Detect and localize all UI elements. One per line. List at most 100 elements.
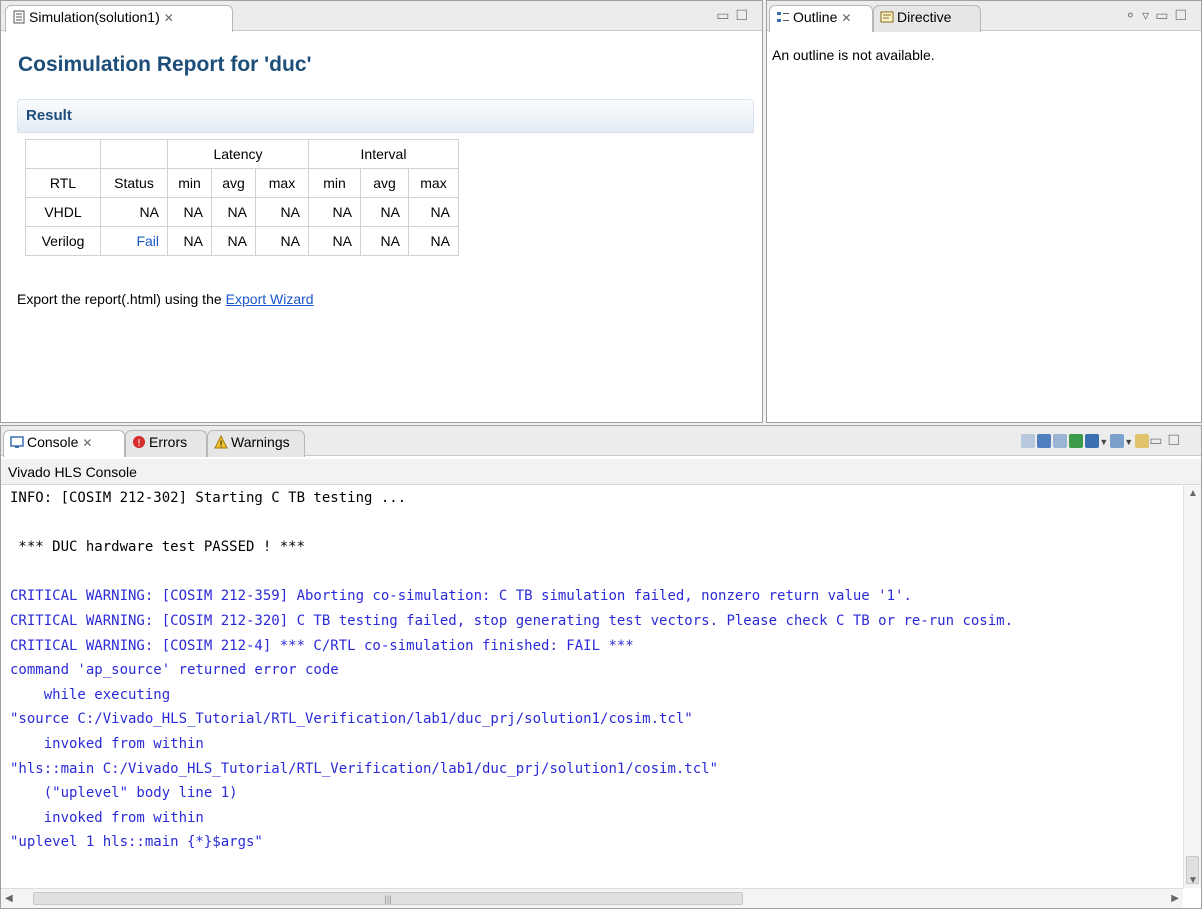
console-line: invoked from within [10,735,204,752]
tab-simulation[interactable]: Simulation(solution1) ✕ [5,5,233,32]
console-icon [10,435,24,452]
export-wizard-link[interactable]: Export Wizard [226,291,314,307]
close-icon[interactable]: ✕ [82,436,92,450]
view-menu-icon[interactable]: ▿ [1142,7,1155,23]
console-line: invoked from within [10,809,204,826]
chevron-down-icon[interactable]: ▼ [1124,437,1133,447]
tab-errors[interactable]: ! Errors [125,430,207,457]
minimize-icon[interactable]: ▭ [1149,432,1167,448]
table-cell: NA [408,197,459,227]
cosim-result-table: Latency Interval RTL Status min avg max … [25,139,459,256]
tab-console-label: Console [27,434,79,450]
console-line: *** DUC hardware test PASSED ! *** [10,539,306,556]
horizontal-scrollbar[interactable]: ◀ ||| ▶ [1,888,1183,908]
console-output[interactable]: INFO: [COSIM 212-302] Starting C TB test… [1,486,1183,888]
table-cell [25,139,101,169]
scroll-right-icon[interactable]: ▶ [1171,893,1179,904]
table-cell: NA [255,226,309,256]
console-line: CRITICAL WARNING: [COSIM 212-320] C TB t… [10,612,1014,629]
result-section-header[interactable]: Result [17,99,754,133]
chevron-down-icon[interactable]: ▼ [1099,437,1108,447]
column-header: max [255,168,309,198]
maximize-icon[interactable]: ☐ [735,7,754,23]
table-row: VHDL NA NA NA NA NA NA NA [25,197,459,227]
table-cell: NA [408,226,459,256]
table-cell: NA [360,226,409,256]
simulation-tabbar: Simulation(solution1) ✕ ▭☐ [1,1,762,32]
outline-icon [776,10,790,27]
console-line: CRITICAL WARNING: [COSIM 212-359] Aborti… [10,588,912,605]
export-row: Export the report(.html) using the Export… [17,291,314,307]
maximize-icon[interactable]: ☐ [1167,432,1185,448]
table-cell: NA [211,197,256,227]
tab-warnings-label: Warnings [231,434,290,450]
report-title: Cosimulation Report for 'duc' [18,53,312,76]
window-controls: ▭☐ [716,7,754,24]
table-cell: NA [308,226,361,256]
export-text: Export the report(.html) using the [17,291,222,307]
console-line: while executing [10,686,171,703]
close-icon[interactable]: ✕ [164,11,174,25]
table-cell: NA [211,226,256,256]
maximize-icon[interactable]: ☐ [1174,7,1193,23]
minimize-icon[interactable]: ▭ [1155,7,1174,23]
table-cell: NA [360,197,409,227]
eraser-icon[interactable] [1135,434,1150,449]
clear-console-icon[interactable] [1021,434,1036,449]
minimize-icon[interactable]: ▭ [716,7,735,23]
table-cell: NA [255,197,309,227]
close-icon[interactable]: ✕ [841,11,851,25]
column-header: avg [360,168,409,198]
status-fail-link[interactable]: Fail [100,226,168,256]
warning-icon: ! [214,434,228,452]
report-icon [12,10,26,27]
new-console-icon[interactable] [1110,434,1125,449]
interval-header: Interval [308,139,459,169]
vertical-scrollbar[interactable]: ▲ ▼ [1183,486,1201,888]
console-line: INFO: [COSIM 212-302] Starting C TB test… [10,490,407,506]
console-line: "hls::main C:/Vivado_HLS_Tutorial/RTL_Ve… [10,760,719,777]
outline-panel: Outline ✕ Directive ⚬▿▭☐ An outline is no… [766,0,1202,423]
table-cell [100,139,168,169]
tab-outline[interactable]: Outline ✕ [769,5,873,32]
scroll-down-icon[interactable]: ▼ [1188,875,1198,886]
horizontal-scroll-thumb[interactable]: ||| [33,892,743,905]
console-line: CRITICAL WARNING: [COSIM 212-4] *** C/RT… [10,637,634,654]
rtl-cell: VHDL [25,197,101,227]
outline-empty-message: An outline is not available. [772,47,935,63]
display-console-icon[interactable] [1085,434,1100,449]
sort-icon[interactable]: ⚬ [1124,7,1142,23]
word-wrap-icon[interactable] [1053,434,1068,449]
tab-directive-label: Directive [897,9,952,25]
column-header: min [167,168,212,198]
rtl-cell: Verilog [25,226,101,256]
console-line: "uplevel 1 hls::main {*}$args" [10,834,263,851]
latency-header: Latency [167,139,309,169]
tab-errors-label: Errors [149,434,188,450]
column-header: min [308,168,361,198]
console-tabbar: Console ✕ ! Errors ! Warnings ▼ ▼ ▭☐ [1,426,1201,457]
column-header: avg [211,168,256,198]
error-icon: ! [132,435,146,452]
column-header: max [408,168,459,198]
scroll-up-icon[interactable]: ▲ [1188,488,1198,499]
outline-tabbar: Outline ✕ Directive ⚬▿▭☐ [767,1,1201,32]
console-panel: Console ✕ ! Errors ! Warnings ▼ ▼ ▭☐ Vivado… [0,425,1202,909]
table-group-header-row: Latency Interval [25,139,459,169]
simulation-report-panel: Simulation(solution1) ✕ ▭☐ Cosimulation R… [0,0,763,423]
tab-warnings[interactable]: ! Warnings [207,430,305,457]
table-cell: NA [308,197,361,227]
table-cell: NA [167,226,212,256]
tab-outline-label: Outline [793,9,838,25]
tab-simulation-label: Simulation(solution1) [29,9,160,25]
pin-console-icon[interactable] [1069,434,1084,449]
column-header: Status [100,168,168,198]
tab-console[interactable]: Console ✕ [3,430,125,457]
scroll-left-icon[interactable]: ◀ [5,893,13,904]
table-row: Verilog Fail NA NA NA NA NA NA [25,226,459,256]
tab-directive[interactable]: Directive [873,5,981,32]
table-cell: NA [167,197,212,227]
scroll-lock-icon[interactable] [1037,434,1052,449]
